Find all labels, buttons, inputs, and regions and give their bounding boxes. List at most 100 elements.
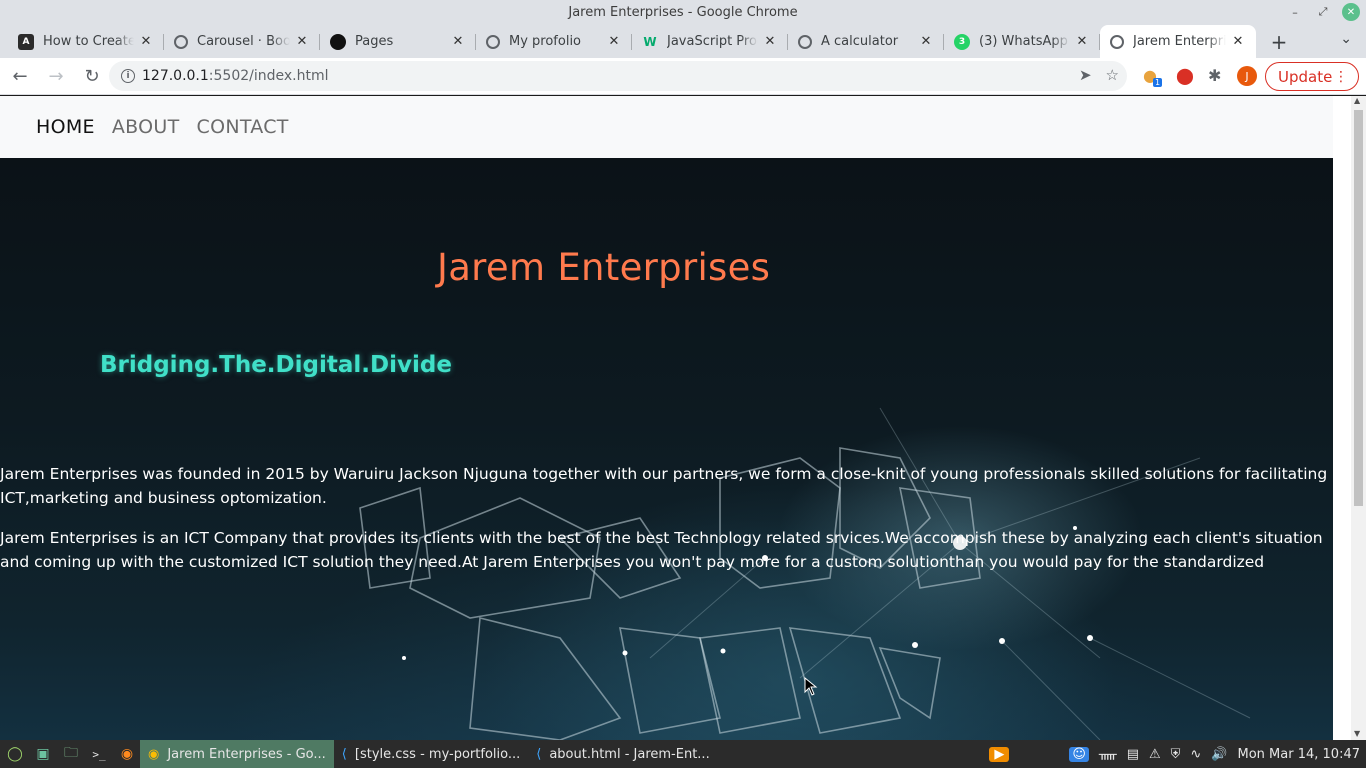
nav-contact-link[interactable]: CONTACT (197, 116, 289, 138)
window-title: Jarem Enterprises - Google Chrome (568, 5, 798, 20)
bookmark-star-icon[interactable]: ☆ (1106, 66, 1119, 84)
tab-label: Carousel · Boots (197, 34, 290, 49)
opera-extension-icon[interactable]: ⬤ (1176, 66, 1194, 85)
omnibox-actions: ➤ ☆ (1079, 66, 1119, 84)
browser-tab-active[interactable]: Jarem Enterpris ✕ (1100, 25, 1256, 58)
tab-label: Jarem Enterpris (1133, 34, 1226, 49)
tab-label: A calculator (821, 34, 899, 49)
taskbar-task-vscode-style[interactable]: ⟨ [style.css - my-portfolio... (334, 740, 528, 768)
browser-tab[interactable]: Pages ✕ (320, 25, 476, 58)
whatsapp-icon: 3 (954, 33, 970, 50)
page-margin (1333, 96, 1351, 740)
vscode-icon: ⟨ (536, 746, 542, 762)
update-manager-icon[interactable]: ⚠ (1149, 747, 1161, 762)
browser-tab[interactable]: 3 (3) WhatsApp ✕ (944, 25, 1100, 58)
window-controls: – ⤢ ✕ (1286, 3, 1360, 21)
minimize-icon[interactable]: – (1286, 3, 1304, 21)
browser-toolbar: ← → ↻ i 127.0.0.1:5502/index.html ➤ ☆ ● … (0, 58, 1366, 95)
hero-section: Jarem Enterprises Bridging.The.Digital.D… (0, 158, 1333, 740)
page-scrollbar[interactable]: ▲ ▼ (1351, 96, 1366, 740)
kebab-menu-icon[interactable]: ⋮ (1334, 69, 1348, 85)
close-tab-icon[interactable]: ✕ (138, 34, 154, 49)
tab-label: My profolio (509, 34, 582, 49)
close-tab-icon[interactable]: ✕ (1230, 34, 1246, 49)
site-info-icon[interactable]: i (121, 69, 135, 83)
a-logo-icon: A (18, 33, 34, 50)
site-navbar: HOME ABOUT CONTACT (0, 96, 1333, 158)
globe-icon (1110, 34, 1124, 49)
browser-tab[interactable]: W JavaScript Prog ✕ (632, 25, 788, 58)
browser-tab[interactable]: A How to Create a ✕ (8, 25, 164, 58)
address-bar[interactable]: i 127.0.0.1:5502/index.html ➤ ☆ (109, 61, 1127, 91)
tab-label: JavaScript Prog (667, 34, 758, 49)
hero-tagline: Bridging.The.Digital.Divide (100, 352, 452, 378)
taskbar-task-vscode-about[interactable]: ⟨ about.html - Jarem-Ent... (528, 740, 717, 768)
vscode-icon: ⟨ (341, 746, 347, 762)
scroll-up-arrow-icon[interactable]: ▲ (1354, 96, 1360, 105)
media-play-icon[interactable]: ▶ (989, 746, 1010, 762)
update-button[interactable]: Update ⋮ (1265, 62, 1359, 91)
clock[interactable]: Mon Mar 14, 10:47 (1238, 747, 1360, 762)
browser-tab[interactable]: A calculator ✕ (788, 25, 944, 58)
globe-icon (174, 34, 188, 49)
close-tab-icon[interactable]: ✕ (450, 34, 466, 49)
globe-icon (798, 34, 812, 49)
file-manager-icon[interactable]: 🗀 (58, 743, 84, 765)
url-path: :5502/index.html (208, 68, 329, 84)
bluetooth-icon[interactable]: ᚅ (1099, 747, 1117, 762)
scroll-thumb[interactable] (1354, 110, 1363, 506)
new-tab-button[interactable]: + (1264, 25, 1294, 58)
extension-badge: 1 (1153, 78, 1163, 87)
profile-avatar[interactable]: J (1237, 66, 1257, 86)
back-arrow-icon[interactable]: ← (4, 60, 36, 92)
update-label: Update (1278, 67, 1333, 86)
chrome-icon: ◉ (148, 746, 160, 762)
globe-icon (486, 34, 500, 49)
accessibility-icon[interactable]: ☺ (1069, 746, 1089, 762)
w3schools-icon: W (643, 34, 657, 49)
close-tab-icon[interactable]: ✕ (918, 34, 934, 49)
system-tray: ▶ ☺ ᚅ ▤ ⚠ ⛨ ∿ 🔊 Mon Mar 14, 10:47 (989, 740, 1360, 768)
nav-home-link[interactable]: HOME (36, 116, 95, 138)
scroll-down-arrow-icon[interactable]: ▼ (1354, 729, 1360, 738)
tab-strip: A How to Create a ✕ Carousel · Boots ✕ P… (0, 25, 1366, 58)
close-tab-icon[interactable]: ✕ (294, 34, 310, 49)
os-taskbar: ◯ ▣ 🗀 >_ ◉ ◉ Jarem Enterprises - Go... ⟨… (0, 740, 1366, 768)
nav-about-link[interactable]: ABOUT (112, 116, 180, 138)
url-host: 127.0.0.1 (142, 68, 209, 84)
extensions-puzzle-icon[interactable]: ✱ (1208, 66, 1221, 85)
tab-label: (3) WhatsApp (979, 34, 1068, 49)
volume-icon[interactable]: 🔊 (1211, 747, 1227, 762)
clipboard-icon[interactable]: ▤ (1127, 747, 1139, 762)
shield-icon[interactable]: ⛨ (1171, 747, 1181, 762)
close-window-icon[interactable]: ✕ (1342, 3, 1360, 21)
task-label: about.html - Jarem-Ent... (549, 746, 710, 762)
wifi-icon[interactable]: ∿ (1190, 747, 1201, 762)
browser-tab[interactable]: Carousel · Boots ✕ (164, 25, 320, 58)
tab-label: How to Create a (43, 34, 134, 49)
forward-arrow-icon[interactable]: → (40, 60, 72, 92)
browser-tab[interactable]: My profolio ✕ (476, 25, 632, 58)
close-tab-icon[interactable]: ✕ (762, 34, 778, 49)
mouse-pointer-icon (804, 677, 818, 696)
maximize-icon[interactable]: ⤢ (1314, 3, 1332, 21)
tab-search-chevron-icon[interactable]: ⌄ (1340, 31, 1352, 47)
taskbar-task-chrome[interactable]: ◉ Jarem Enterprises - Go... (140, 740, 334, 768)
show-desktop-icon[interactable]: ▣ (30, 743, 56, 765)
task-label: [style.css - my-portfolio... (354, 746, 521, 762)
hero-title: Jarem Enterprises (437, 246, 771, 289)
close-tab-icon[interactable]: ✕ (606, 34, 622, 49)
reload-icon[interactable]: ↻ (76, 60, 108, 92)
send-icon[interactable]: ➤ (1079, 66, 1092, 84)
window-titlebar: Jarem Enterprises - Google Chrome – ⤢ ✕ (0, 0, 1366, 25)
about-paragraph-1: Jarem Enterprises was founded in 2015 by… (0, 465, 1328, 507)
about-paragraph-2: Jarem Enterprises is an ICT Company that… (0, 529, 1323, 571)
mint-menu-icon[interactable]: ◯ (2, 743, 28, 765)
webpage: HOME ABOUT CONTACT Jarem Enterprises Bri… (0, 96, 1333, 740)
github-icon (330, 33, 346, 50)
tab-label: Pages (355, 34, 394, 49)
task-label: Jarem Enterprises - Go... (167, 746, 326, 762)
terminal-icon[interactable]: >_ (86, 743, 112, 765)
firefox-icon[interactable]: ◉ (114, 743, 140, 765)
close-tab-icon[interactable]: ✕ (1074, 34, 1090, 49)
